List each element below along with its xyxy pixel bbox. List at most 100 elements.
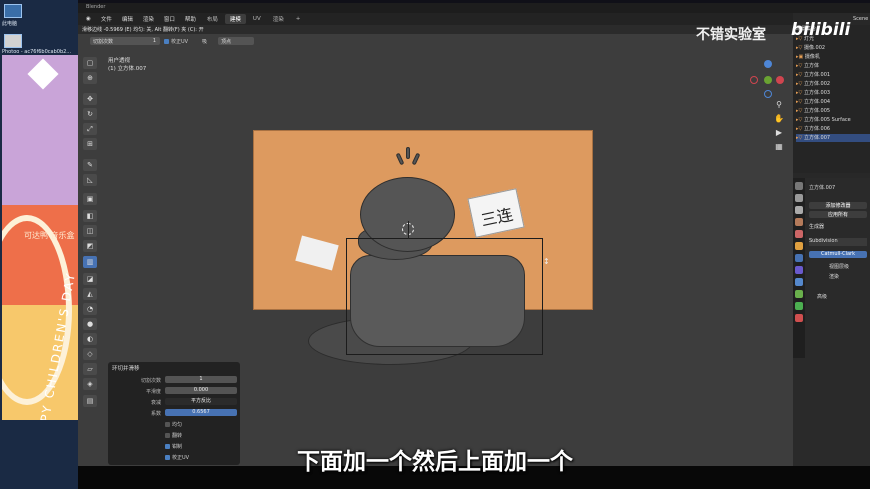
neg-z-axis-icon[interactable] — [764, 90, 772, 98]
tab-modeling[interactable]: 建模 — [224, 14, 246, 24]
correct-uv-label: 校正UV — [171, 39, 189, 45]
outliner-item[interactable]: ▸▽ 立方体.004 — [796, 98, 870, 106]
menu-render[interactable]: 渲染 — [139, 14, 158, 24]
status-text: 滑移边线 -0.5969 (E) 均匀: 关, Alt 翻转(F) 夹 (C):… — [82, 27, 204, 33]
world-tab-icon[interactable] — [795, 230, 803, 238]
outliner-item[interactable]: ▸▽ 立方体 — [796, 62, 870, 70]
modifier-header[interactable]: Subdivision — [809, 238, 867, 246]
outliner-item[interactable]: ▸▽ 立方体.005 — [796, 107, 870, 115]
shrink-icon[interactable]: ◇ — [83, 348, 97, 360]
constraints-tab-icon[interactable] — [795, 290, 803, 298]
annotate-icon[interactable]: ✎ — [83, 159, 97, 171]
correct-uv-checkbox[interactable]: 校正UV — [164, 38, 188, 45]
spin-icon[interactable]: ◔ — [83, 303, 97, 315]
mouse-cursor-icon: ↕ — [543, 257, 550, 266]
rip-icon[interactable]: ◈ — [83, 378, 97, 390]
tab-uv[interactable]: UV — [248, 15, 266, 23]
object-icon: ▸▽ — [796, 90, 804, 96]
cuts-value: 1 — [152, 38, 156, 44]
scale-icon[interactable]: ⤢ — [83, 123, 97, 135]
object-tab-icon[interactable] — [795, 242, 803, 250]
menu-window[interactable]: 窗口 — [160, 14, 179, 24]
outliner-item[interactable]: ▸▽ 摄像.002 — [796, 44, 870, 52]
check-label: 翻转 — [172, 433, 183, 439]
outliner-item[interactable]: ▸▽ 立方体.003 — [796, 89, 870, 97]
cuts-number-field[interactable]: 1 — [165, 376, 237, 383]
modifier-tab-icon[interactable] — [795, 254, 803, 262]
cursor-icon[interactable]: ⊕ — [83, 72, 97, 84]
output-tab-icon[interactable] — [795, 206, 803, 214]
tool-header: 切割次数 1 校正UV 吸 顶点 — [90, 37, 290, 46]
move-icon[interactable]: ✥ — [83, 93, 97, 105]
add-cube-icon[interactable]: ▣ — [83, 193, 97, 205]
z-axis-icon[interactable] — [764, 60, 772, 68]
outliner-item[interactable]: ▸▽ 立方体.002 — [796, 80, 870, 88]
smooth-icon[interactable]: ● — [83, 318, 97, 330]
rotate-icon[interactable]: ↻ — [83, 108, 97, 120]
op-row-cuts: 切割次数 1 — [112, 376, 237, 384]
cuts-field[interactable]: 切割次数 1 — [90, 37, 160, 45]
3d-cursor-icon[interactable] — [402, 221, 414, 239]
op-check-flip[interactable]: 翻转 — [112, 431, 237, 439]
tab-rendering[interactable]: 渲染 — [268, 14, 289, 24]
menu-edit[interactable]: 编辑 — [118, 14, 137, 24]
blender-logo-icon[interactable]: ◉ — [82, 15, 95, 23]
select-box-icon[interactable]: ▢ — [83, 57, 97, 69]
tool-tab-icon[interactable] — [795, 182, 803, 190]
channel-watermark: 不错实验室 — [696, 27, 766, 43]
extrude-icon[interactable]: ◧ — [83, 210, 97, 222]
add-workspace-icon[interactable]: + — [291, 15, 306, 23]
scene-tab-icon[interactable] — [795, 218, 803, 226]
loop-cut-icon[interactable]: ▥ — [83, 256, 97, 268]
poly-build-icon[interactable]: ◭ — [83, 288, 97, 300]
modifier-name: Subdivision — [809, 238, 838, 244]
add-modifier-button[interactable]: 添加修改器 — [809, 202, 867, 209]
outliner-item-label: 摄像.002 — [803, 45, 826, 51]
neg-x-axis-icon[interactable] — [750, 76, 758, 84]
material-tab-icon[interactable] — [795, 314, 803, 322]
particles-tab-icon[interactable] — [795, 266, 803, 274]
properties-object-name[interactable]: 立方体.007 — [809, 184, 835, 192]
smoothness-field[interactable]: 0.000 — [165, 387, 237, 394]
render-tab-icon[interactable] — [795, 194, 803, 202]
outliner-item-label: 立方体.007 — [803, 135, 831, 141]
zoom-icon[interactable]: ⚲ — [774, 100, 784, 110]
measure-icon[interactable]: ◺ — [83, 174, 97, 186]
falloff-dropdown[interactable]: 平方反比 — [165, 398, 237, 405]
op-check-even[interactable]: 均匀 — [112, 420, 237, 428]
apply-all-button[interactable]: 应用所有 — [809, 211, 867, 218]
outliner-item[interactable]: ▸▽ 立方体.005 Surface — [796, 116, 870, 124]
factor-slider[interactable]: 0.6567 — [165, 409, 237, 416]
outliner-item[interactable]: ▸▽ 立方体.001 — [796, 71, 870, 79]
grid-icon[interactable]: ▦ — [774, 142, 784, 152]
image-file-icon[interactable] — [4, 34, 22, 48]
advanced-section[interactable]: 高级 — [817, 293, 827, 301]
physics-tab-icon[interactable] — [795, 278, 803, 286]
edge-slide-icon[interactable]: ◐ — [83, 333, 97, 345]
computer-icon[interactable] — [4, 4, 22, 18]
navigation-gizmo[interactable] — [748, 60, 788, 100]
tab-layout[interactable]: 布局 — [202, 14, 223, 24]
banner-text: 可达鸭 音乐盒 — [24, 231, 75, 240]
y-axis-icon[interactable] — [764, 76, 772, 84]
menu-help[interactable]: 帮助 — [181, 14, 200, 24]
outliner-item-selected[interactable]: ▸▽ 立方体.007 — [796, 134, 870, 142]
x-axis-icon[interactable] — [776, 76, 784, 84]
catmull-clark-button[interactable]: Catmull-Clark — [809, 251, 867, 258]
transform-icon[interactable]: ⊞ — [83, 138, 97, 150]
camera-view-icon[interactable]: ▶ — [774, 128, 784, 138]
inset-icon[interactable]: ◫ — [83, 225, 97, 237]
shear-icon[interactable]: ▱ — [83, 363, 97, 375]
outliner-item[interactable]: ▸▣ 摄像机 — [796, 53, 870, 61]
knife-icon[interactable]: ◪ — [83, 273, 97, 285]
snap-dropdown[interactable]: 顶点 — [218, 37, 254, 45]
bevel-icon[interactable]: ◩ — [83, 240, 97, 252]
extra-tool-icon[interactable]: ▤ — [83, 395, 97, 407]
object-icon: ▸▽ — [796, 108, 804, 114]
pan-hand-icon[interactable]: ✋ — [774, 114, 784, 124]
data-tab-icon[interactable] — [795, 302, 803, 310]
outliner-item[interactable]: ▸▽ 立方体.006 — [796, 125, 870, 133]
menu-file[interactable]: 文件 — [97, 14, 116, 24]
object-icon: ▸▽ — [796, 135, 804, 141]
3d-viewport[interactable]: 滑移边线 -0.5969 (E) 均匀: 关, Alt 翻转(F) 夹 (C):… — [78, 25, 793, 466]
